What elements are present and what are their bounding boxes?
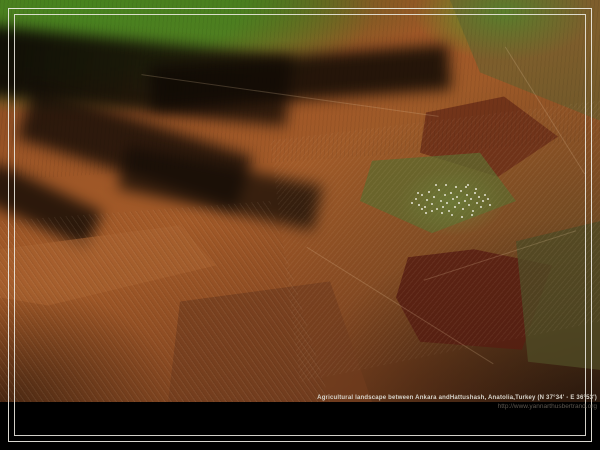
- photo-caption: Agricultural landscape between Ankara an…: [317, 395, 597, 410]
- aerial-photo-anatolia-fields: [0, 0, 600, 402]
- caption-title: Agricultural landscape between Ankara an…: [317, 395, 597, 402]
- wallpaper-canvas: Agricultural landscape between Ankara an…: [0, 0, 600, 450]
- sheep-dots: [405, 176, 407, 178]
- sheep-flock: [405, 176, 497, 228]
- photo-credit-url: http://www.yannarthusbertrand.org: [317, 403, 597, 410]
